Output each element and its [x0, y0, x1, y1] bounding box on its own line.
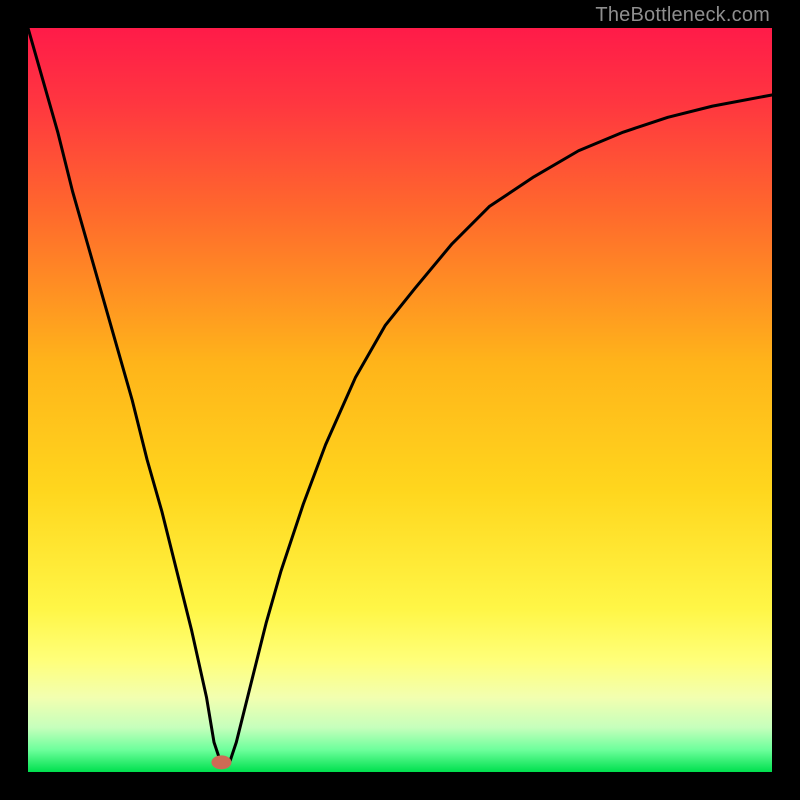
chart-frame: TheBottleneck.com — [0, 0, 800, 800]
watermark-text: TheBottleneck.com — [595, 4, 770, 27]
bottleneck-chart — [28, 28, 772, 772]
optimum-marker — [211, 755, 231, 769]
marker-layer — [211, 755, 231, 769]
chart-background — [28, 28, 772, 772]
